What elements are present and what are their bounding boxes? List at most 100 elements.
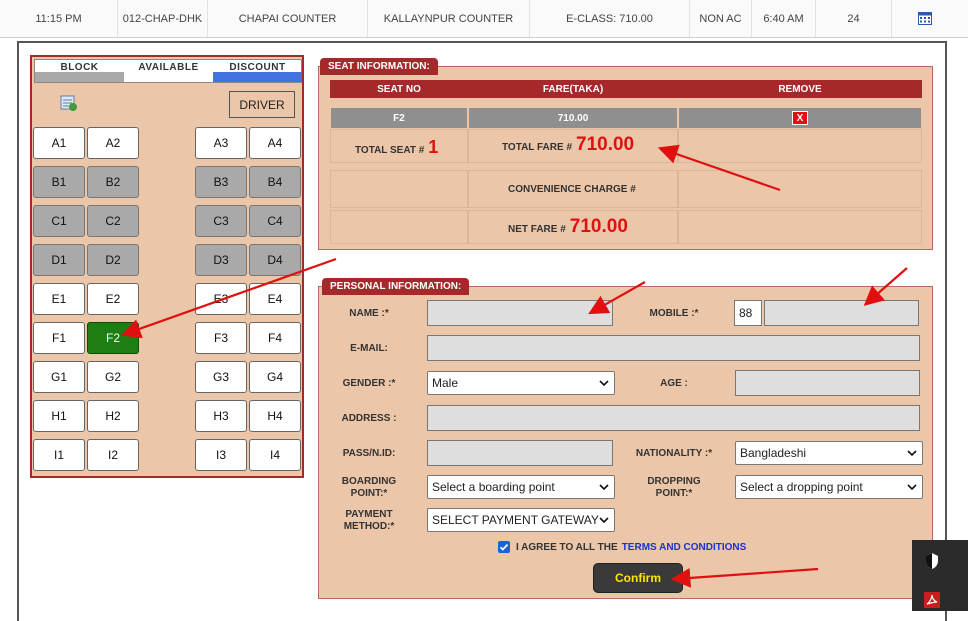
seat-c2[interactable]: C2 — [87, 205, 139, 237]
mobile-prefix: 88 — [734, 300, 762, 326]
total-fare-value: 710.00 — [576, 134, 635, 155]
seat-a1[interactable]: A1 — [33, 127, 85, 159]
payment-select[interactable]: SELECT PAYMENT GATEWAY — [427, 508, 615, 532]
seat-f2[interactable]: F2 — [87, 322, 139, 354]
payment-label-2: METHOD:* — [343, 521, 395, 532]
payment-label-1: PAYMENT — [345, 509, 393, 520]
seat-c1[interactable]: C1 — [33, 205, 85, 237]
seat-d3[interactable]: D3 — [195, 244, 247, 276]
total-fare: TOTAL FARE # 710.00 — [502, 134, 634, 156]
seat-g2[interactable]: G2 — [87, 361, 139, 393]
address-label: ADDRESS : — [341, 413, 397, 424]
chevron-down-icon — [599, 484, 609, 491]
seat-a4[interactable]: A4 — [249, 127, 301, 159]
pdf-icon[interactable] — [924, 592, 940, 608]
seat-b4[interactable]: B4 — [249, 166, 301, 198]
seat-c3[interactable]: C3 — [195, 205, 247, 237]
seat-f4[interactable]: F4 — [249, 322, 301, 354]
class-fare: E-CLASS: 710.00 — [530, 0, 690, 37]
seat-a3[interactable]: A3 — [195, 127, 247, 159]
chevron-down-icon — [907, 450, 917, 457]
name-input[interactable] — [427, 300, 613, 326]
chevron-down-icon — [599, 380, 609, 387]
passport-label: PASS/N.ID: — [342, 448, 396, 459]
seat-i4[interactable]: I4 — [249, 439, 301, 471]
address-input[interactable] — [427, 405, 920, 431]
seat-d4[interactable]: D4 — [249, 244, 301, 276]
seat-b1[interactable]: B1 — [33, 166, 85, 198]
mobile-label: MOBILE :* — [649, 308, 699, 319]
seat-g3[interactable]: G3 — [195, 361, 247, 393]
seat-g1[interactable]: G1 — [33, 361, 85, 393]
confirm-button[interactable]: Confirm — [593, 563, 683, 593]
nationality-label: NATIONALITY :* — [635, 448, 713, 459]
payment-label: PAYMENT METHOD:* — [330, 509, 408, 533]
net-fare-value: 710.00 — [569, 216, 628, 237]
empty-cell-4 — [330, 210, 468, 244]
gender-value: Male — [432, 376, 459, 390]
trip-row[interactable]: 11:15 PM 012-CHAP-DHK CHAPAI COUNTER KAL… — [0, 0, 968, 38]
seat-d2[interactable]: D2 — [87, 244, 139, 276]
legend-block: BLOCK — [35, 60, 124, 82]
seat-f1[interactable]: F1 — [33, 322, 85, 354]
calendar-icon[interactable] — [892, 0, 958, 37]
departure-time: 11:15 PM — [0, 0, 118, 37]
seat-e2[interactable]: E2 — [87, 283, 139, 315]
row-seat-no: F2 — [331, 108, 467, 128]
seat-g4[interactable]: G4 — [249, 361, 301, 393]
email-input[interactable] — [427, 335, 920, 361]
col-fare: FARE(TAKA) — [468, 80, 678, 98]
name-label: NAME :* — [349, 308, 389, 319]
empty-cell-3 — [678, 170, 922, 208]
seat-i3[interactable]: I3 — [195, 439, 247, 471]
chevron-down-icon — [907, 484, 917, 491]
agree-checkbox[interactable] — [498, 541, 510, 553]
boarding-select[interactable]: Select a boarding point — [427, 475, 615, 499]
seat-h1[interactable]: H1 — [33, 400, 85, 432]
seat-f3[interactable]: F3 — [195, 322, 247, 354]
seat-c4[interactable]: C4 — [249, 205, 301, 237]
to-counter: KALLAYNPUR COUNTER — [368, 0, 530, 37]
col-seat-no: SEAT NO — [330, 80, 468, 98]
steering-wheel-icon — [60, 95, 77, 111]
mobile-input[interactable] — [764, 300, 919, 326]
dropping-label: DROPPING POINT:* — [624, 476, 724, 500]
seat-i1[interactable]: I1 — [33, 439, 85, 471]
seat-e4[interactable]: E4 — [249, 283, 301, 315]
gender-label: GENDER :* — [342, 378, 396, 389]
age-input[interactable] — [735, 370, 920, 396]
net-fare-label: NET FARE # — [508, 224, 566, 235]
seat-h3[interactable]: H3 — [195, 400, 247, 432]
seat-b3[interactable]: B3 — [195, 166, 247, 198]
dropping-select[interactable]: Select a dropping point — [735, 475, 923, 499]
empty-cell-1 — [678, 129, 922, 163]
personal-info-title: PERSONAL INFORMATION: — [322, 278, 470, 295]
terms-link[interactable]: TERMS AND CONDITIONS — [622, 542, 747, 553]
shield-icon[interactable] — [924, 552, 940, 570]
seat-d1[interactable]: D1 — [33, 244, 85, 276]
from-counter: CHAPAI COUNTER — [208, 0, 368, 37]
email-label: E-MAIL: — [350, 343, 388, 354]
gender-select[interactable]: Male — [427, 371, 615, 395]
driver-button[interactable]: DRIVER — [229, 91, 295, 118]
row-fare: 710.00 — [469, 108, 677, 128]
boarding-value: Select a boarding point — [432, 480, 555, 494]
seat-e1[interactable]: E1 — [33, 283, 85, 315]
seat-h2[interactable]: H2 — [87, 400, 139, 432]
agree-text: I AGREE TO ALL THE — [516, 541, 618, 553]
nationality-select[interactable]: Bangladeshi — [735, 441, 923, 465]
legend-available: AVAILABLE — [124, 60, 213, 82]
seat-i2[interactable]: I2 — [87, 439, 139, 471]
seat-h4[interactable]: H4 — [249, 400, 301, 432]
seat-a2[interactable]: A2 — [87, 127, 139, 159]
seat-e3[interactable]: E3 — [195, 283, 247, 315]
passport-input[interactable] — [427, 440, 613, 466]
seat-b2[interactable]: B2 — [87, 166, 139, 198]
total-seat-value: 1 — [428, 137, 439, 157]
nationality-value: Bangladeshi — [740, 446, 807, 460]
terms-agreement[interactable]: I AGREE TO ALL THE TERMS AND CONDITIONS — [498, 541, 746, 553]
seats-available: 24 — [816, 0, 892, 37]
trip-code: 012-CHAP-DHK — [118, 0, 208, 37]
remove-seat-button[interactable]: X — [792, 111, 808, 125]
chevron-down-icon — [599, 515, 609, 525]
